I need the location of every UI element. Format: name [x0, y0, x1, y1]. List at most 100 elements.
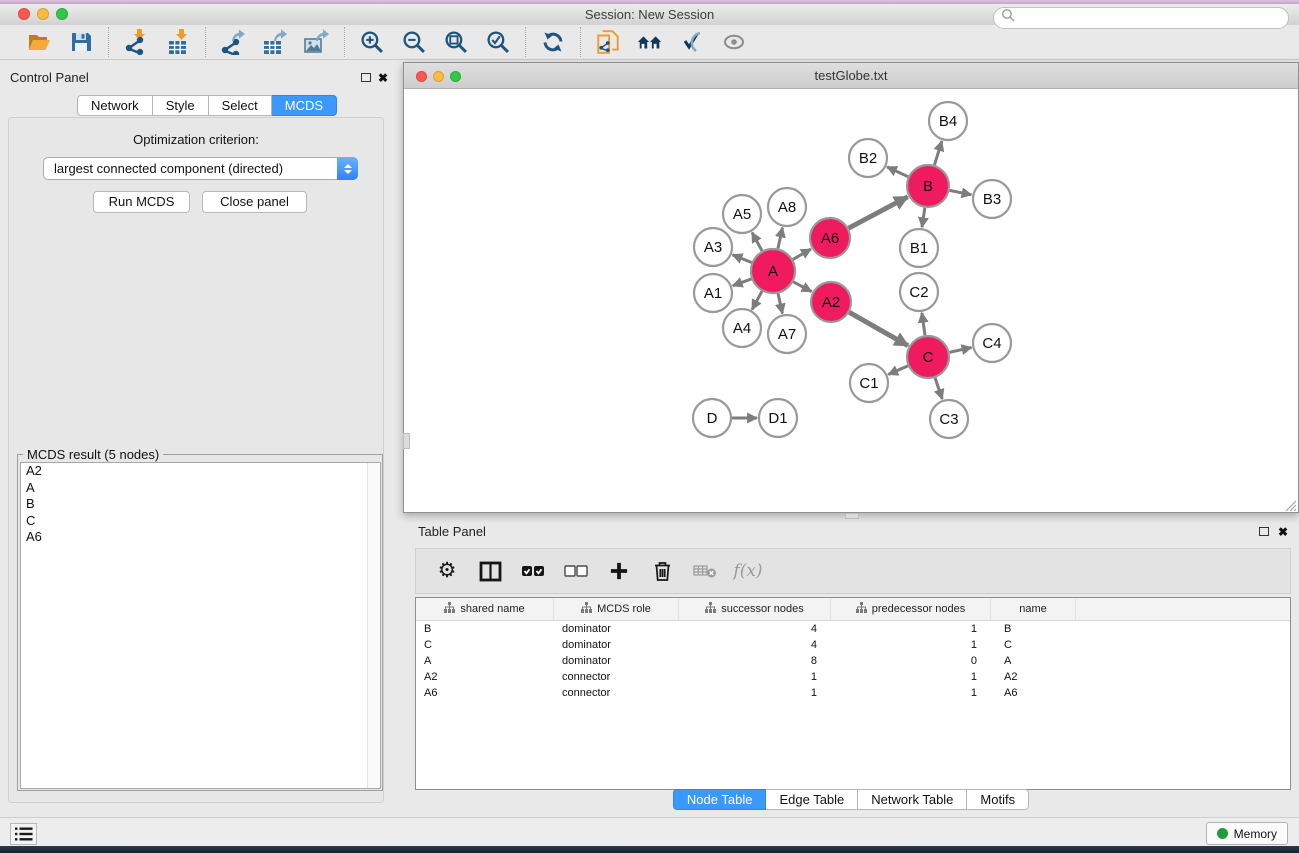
table-row-A6[interactable]: A6connector11A6 — [416, 685, 1290, 701]
graph-node-B3[interactable]: B3 — [973, 180, 1011, 218]
tab-style[interactable]: Style — [153, 95, 209, 116]
tab-network[interactable]: Network — [77, 95, 153, 116]
edge-B-B1[interactable] — [922, 208, 925, 227]
float-panel-icon[interactable] — [361, 73, 371, 82]
import-network-icon[interactable] — [122, 28, 150, 56]
cell-predecessor-nodes[interactable]: 1 — [831, 685, 991, 701]
cell-predecessor-nodes[interactable]: 1 — [831, 669, 991, 685]
network-view-window[interactable]: testGlobe.txt A5A8A3AA1A4A7A6A2BB2B4B3B1… — [403, 62, 1299, 513]
column-layout-icon[interactable] — [477, 558, 503, 584]
select-all-columns-icon[interactable] — [520, 558, 546, 584]
column-header-shared-name[interactable]: shared name — [416, 598, 554, 620]
table-options-gear-icon[interactable]: ⚙ — [434, 558, 460, 584]
cell-successor-nodes[interactable]: 4 — [679, 637, 831, 653]
cell-name[interactable]: A — [991, 653, 1076, 669]
edge-A-A2[interactable] — [793, 282, 811, 292]
mcds-result-item[interactable]: B — [21, 496, 380, 513]
edge-A-A4[interactable] — [752, 291, 762, 309]
tab-mcds[interactable]: MCDS — [272, 95, 337, 116]
cell-successor-nodes[interactable]: 4 — [679, 621, 831, 637]
cell-predecessor-nodes[interactable]: 1 — [831, 637, 991, 653]
cell-successor-nodes[interactable]: 1 — [679, 669, 831, 685]
table-row-C[interactable]: Cdominator41C — [416, 637, 1290, 653]
refresh-network-icon[interactable] — [539, 28, 567, 56]
show-hide-details-icon[interactable] — [678, 28, 706, 56]
cell-shared-name[interactable]: A2 — [416, 669, 554, 685]
import-table-icon[interactable] — [164, 28, 192, 56]
table-row-B[interactable]: Bdominator41B — [416, 621, 1290, 637]
zoom-selected-icon[interactable] — [484, 28, 512, 56]
resize-grip-icon[interactable] — [1284, 498, 1296, 510]
open-session-icon[interactable] — [25, 28, 53, 56]
table-row-A2[interactable]: A2connector11A2 — [416, 669, 1290, 685]
search-box[interactable] — [993, 7, 1289, 29]
mcds-result-item[interactable]: A2 — [21, 463, 380, 480]
graph-node-A8[interactable]: A8 — [768, 188, 806, 226]
graph-node-D1[interactable]: D1 — [759, 399, 797, 437]
horizontal-splitter-handle[interactable] — [403, 433, 410, 449]
table-float-icon[interactable] — [1259, 527, 1269, 536]
close-panel-icon[interactable]: ✖ — [378, 73, 388, 83]
cell-name[interactable]: A2 — [991, 669, 1076, 685]
cell-name[interactable]: C — [991, 637, 1076, 653]
tab-motifs[interactable]: Motifs — [967, 789, 1029, 810]
run-mcds-button[interactable]: Run MCDS — [93, 191, 190, 213]
mcds-result-item[interactable]: A — [21, 480, 380, 497]
edge-A6-B[interactable] — [849, 197, 908, 228]
edge-C-C3[interactable] — [935, 378, 942, 399]
graph-node-C[interactable]: C — [907, 336, 949, 378]
tab-edge-table[interactable]: Edge Table — [766, 789, 858, 810]
cell-MCDS-role[interactable]: dominator — [554, 621, 679, 637]
cell-successor-nodes[interactable]: 8 — [679, 653, 831, 669]
graph-node-B1[interactable]: B1 — [900, 229, 938, 267]
cell-MCDS-role[interactable]: connector — [554, 669, 679, 685]
column-header-MCDS-role[interactable]: MCDS role — [554, 598, 679, 620]
edge-A-A1[interactable] — [733, 279, 752, 286]
edge-C-C2[interactable] — [922, 313, 925, 335]
edge-A2-C[interactable] — [849, 312, 908, 345]
clone-network-icon[interactable] — [594, 28, 622, 56]
cell-shared-name[interactable]: C — [416, 637, 554, 653]
delete-column-icon[interactable] — [649, 558, 675, 584]
deselect-all-columns-icon[interactable] — [563, 558, 589, 584]
edge-A-A5[interactable] — [752, 232, 762, 250]
cell-shared-name[interactable]: A6 — [416, 685, 554, 701]
graph-node-A7[interactable]: A7 — [768, 315, 806, 353]
graph-node-C1[interactable]: C1 — [850, 364, 888, 402]
edge-A-A6[interactable] — [793, 249, 811, 259]
save-session-icon[interactable] — [67, 28, 95, 56]
export-network-icon[interactable] — [219, 28, 247, 56]
edge-C-C4[interactable] — [949, 347, 971, 352]
graph-node-A2[interactable]: A2 — [811, 282, 851, 322]
task-history-button[interactable] — [10, 823, 37, 845]
export-table-icon[interactable] — [261, 28, 289, 56]
memory-button[interactable]: Memory — [1206, 822, 1288, 845]
node-table[interactable]: shared nameMCDS rolesuccessor nodesprede… — [415, 597, 1291, 790]
graph-node-A5[interactable]: A5 — [723, 195, 761, 233]
tab-node-table[interactable]: Node Table — [673, 789, 767, 810]
edge-C-C1[interactable] — [888, 366, 908, 375]
edge-A-A3[interactable] — [732, 255, 751, 263]
graph-node-B[interactable]: B — [907, 165, 949, 207]
birds-eye-view-icon[interactable] — [720, 28, 748, 56]
export-image-icon[interactable] — [303, 28, 331, 56]
cell-shared-name[interactable]: A — [416, 653, 554, 669]
criterion-dropdown[interactable]: largest connected component (directed) — [43, 157, 358, 180]
mcds-result-item[interactable]: A6 — [21, 529, 380, 546]
edge-B-B4[interactable] — [934, 141, 941, 165]
graph-node-A4[interactable]: A4 — [723, 309, 761, 347]
cell-name[interactable]: A6 — [991, 685, 1076, 701]
graph-node-A[interactable]: A — [751, 249, 795, 293]
table-close-icon[interactable]: ✖ — [1278, 527, 1288, 537]
graph-node-A3[interactable]: A3 — [694, 228, 732, 266]
graph-node-C2[interactable]: C2 — [900, 273, 938, 311]
column-header-successor-nodes[interactable]: successor nodes — [679, 598, 831, 620]
cell-name[interactable]: B — [991, 621, 1076, 637]
result-scrollbar[interactable] — [367, 463, 380, 788]
graph-node-B4[interactable]: B4 — [929, 102, 967, 140]
graph-node-D[interactable]: D — [693, 399, 731, 437]
cell-shared-name[interactable]: B — [416, 621, 554, 637]
table-row-A[interactable]: Adominator80A — [416, 653, 1290, 669]
edge-A-A7[interactable] — [778, 293, 782, 313]
zoom-out-icon[interactable] — [400, 28, 428, 56]
